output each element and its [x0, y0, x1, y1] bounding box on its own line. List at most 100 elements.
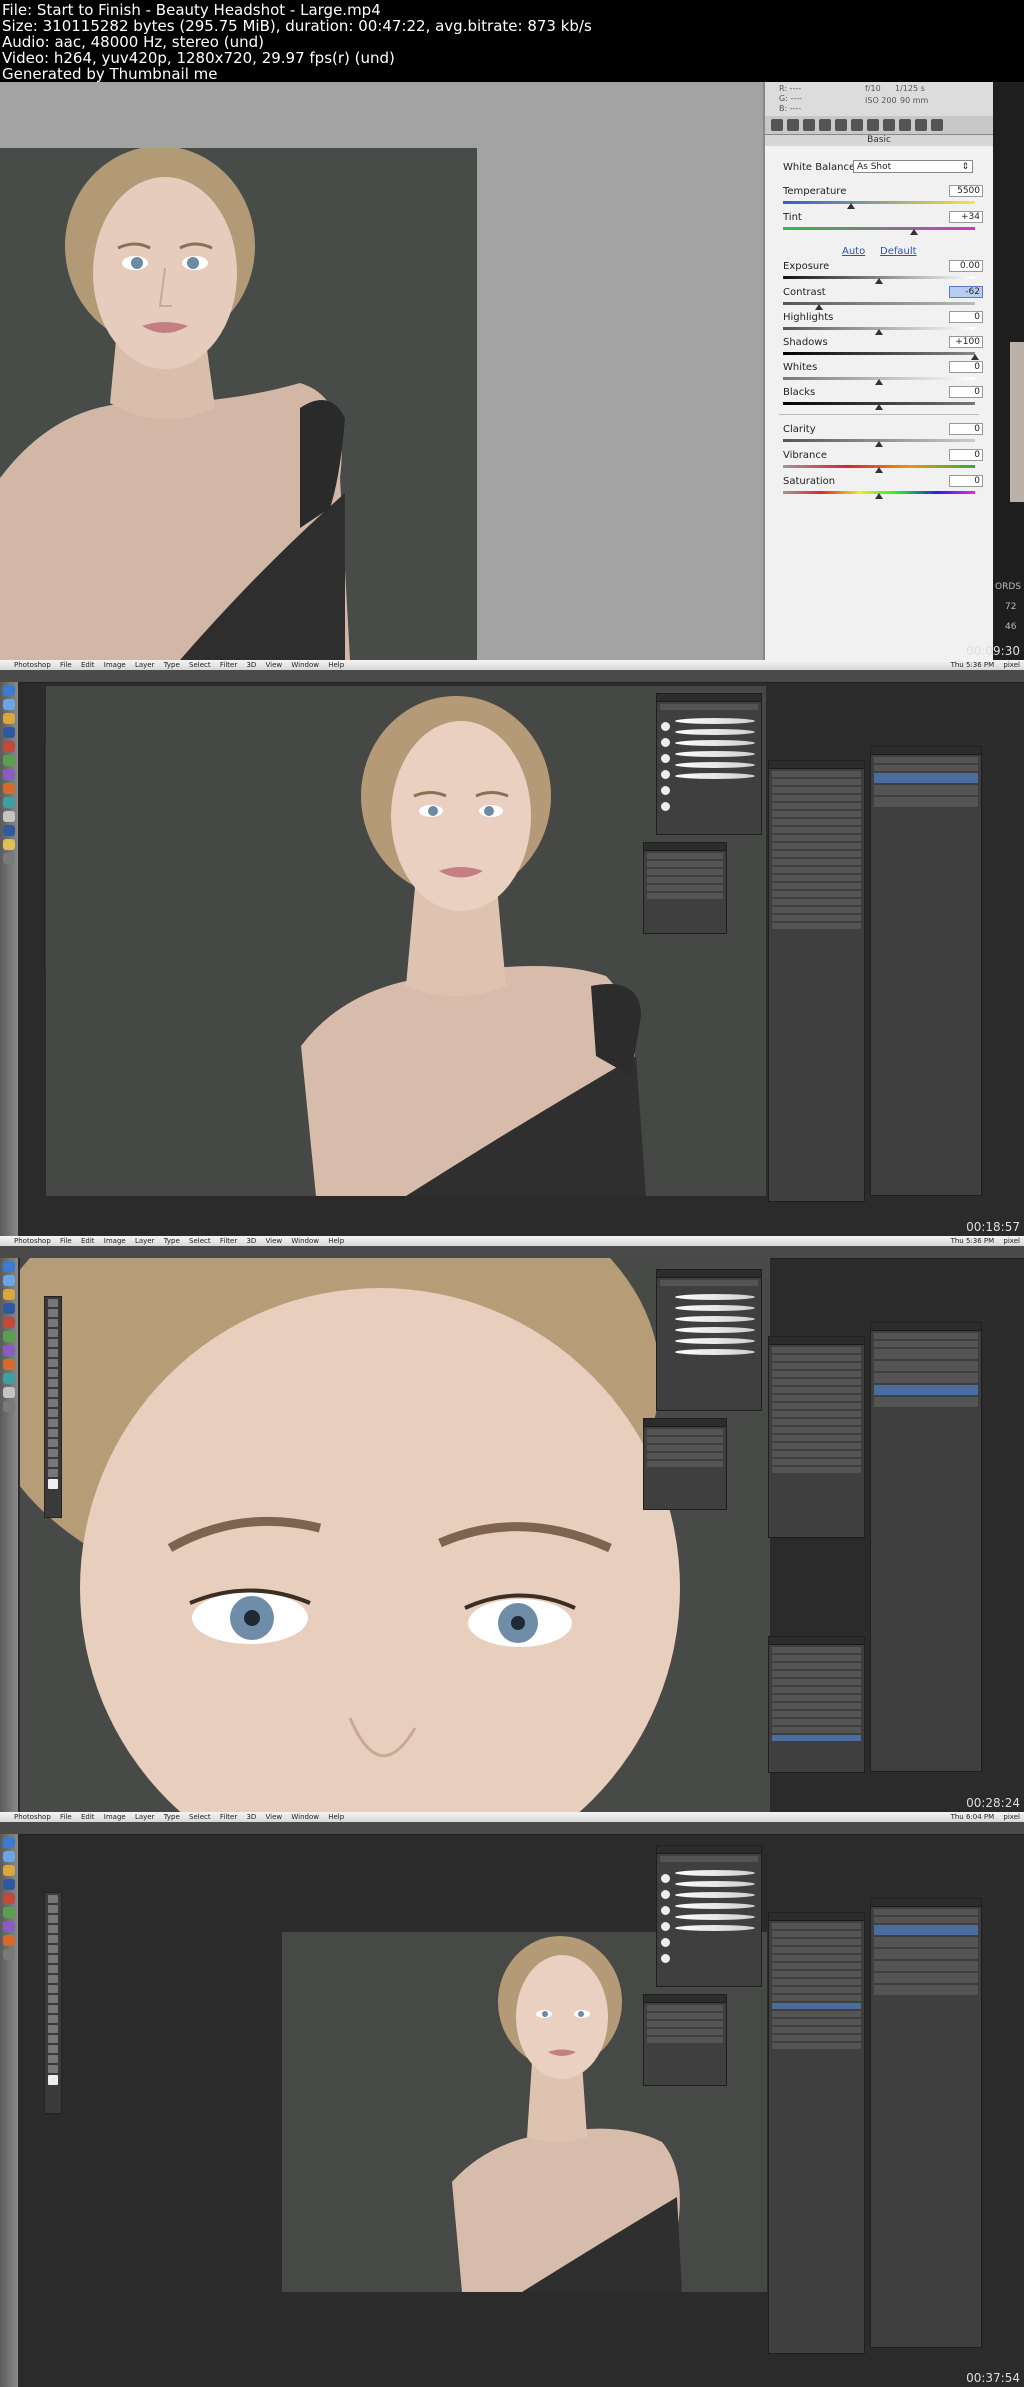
leading-field[interactable]: [647, 869, 723, 875]
menu-file[interactable]: File: [60, 1237, 72, 1245]
menubar-user[interactable]: pixel: [1003, 1813, 1020, 1821]
menu-tab-icon[interactable]: [931, 119, 943, 131]
shadows-slider[interactable]: [783, 352, 975, 355]
app-icon-5[interactable]: [3, 1893, 15, 1904]
detail-tab-icon[interactable]: [803, 119, 815, 131]
clarity-field[interactable]: 0: [949, 423, 983, 435]
app-menu[interactable]: Photoshop: [14, 661, 51, 669]
tint-thumb[interactable]: [910, 229, 918, 235]
camera-calibration-tab-icon[interactable]: [883, 119, 895, 131]
auto-link[interactable]: Auto: [842, 246, 865, 257]
brush-preset-icon[interactable]: [661, 770, 670, 779]
temperature-field[interactable]: 5500: [949, 185, 983, 197]
app-icon-5[interactable]: [3, 741, 15, 752]
tint-slider[interactable]: [783, 227, 975, 230]
menu-select[interactable]: Select: [189, 661, 211, 669]
menu-3d[interactable]: 3D: [246, 1813, 256, 1821]
layer-row-background[interactable]: [874, 797, 978, 807]
app-icon-7[interactable]: [3, 1921, 15, 1932]
vibrance-thumb[interactable]: [875, 467, 883, 473]
whites-field[interactable]: 0: [949, 361, 983, 373]
app-icon-6[interactable]: [3, 755, 15, 766]
white-balance-select[interactable]: As Shot ⇕: [853, 160, 973, 173]
menu-layer[interactable]: Layer: [135, 661, 155, 669]
menu-help[interactable]: Help: [328, 1813, 344, 1821]
blacks-field[interactable]: 0: [949, 386, 983, 398]
contrast-thumb[interactable]: [815, 304, 823, 310]
split-toning-tab-icon[interactable]: [835, 119, 847, 131]
menu-filter[interactable]: Filter: [220, 661, 237, 669]
brush-preset-icon[interactable]: [661, 722, 670, 731]
mail-icon[interactable]: [3, 1289, 15, 1300]
menu-help[interactable]: Help: [328, 661, 344, 669]
style-buttons[interactable]: [647, 885, 723, 891]
lock-row[interactable]: [874, 765, 978, 771]
menu-help[interactable]: Help: [328, 1237, 344, 1245]
safari-icon[interactable]: [3, 1275, 15, 1286]
menu-filter[interactable]: Filter: [220, 1237, 237, 1245]
snapshots-tab-icon[interactable]: [915, 119, 927, 131]
app-icon-10[interactable]: [3, 1387, 15, 1398]
app-icon-8[interactable]: [3, 783, 15, 794]
font-select[interactable]: [647, 853, 723, 859]
menubar-user[interactable]: pixel: [1003, 1237, 1020, 1245]
hsl-tab-icon[interactable]: [819, 119, 831, 131]
app-icon-8[interactable]: [3, 1359, 15, 1370]
menu-window[interactable]: Window: [291, 1237, 319, 1245]
mail-icon[interactable]: [3, 1865, 15, 1876]
app-icon-9[interactable]: [3, 797, 15, 808]
photoshop-icon[interactable]: [3, 1303, 15, 1314]
panel-header[interactable]: [871, 747, 981, 755]
menubar-user[interactable]: pixel: [1003, 661, 1020, 669]
tint-field[interactable]: +34: [949, 211, 983, 223]
panel-header[interactable]: [769, 1913, 864, 1921]
highlights-field[interactable]: 0: [949, 311, 983, 323]
app-menu[interactable]: Photoshop: [14, 1237, 51, 1245]
panel-header[interactable]: [657, 694, 761, 702]
menu-image[interactable]: Image: [104, 1813, 126, 1821]
panel-header[interactable]: [644, 843, 726, 851]
menu-3d[interactable]: 3D: [246, 1237, 256, 1245]
photoshop-icon[interactable]: [3, 727, 15, 738]
language-select[interactable]: [647, 893, 723, 899]
menu-edit[interactable]: Edit: [81, 1813, 95, 1821]
panel-header[interactable]: [769, 1337, 864, 1345]
menu-select[interactable]: Select: [189, 1813, 211, 1821]
menu-file[interactable]: File: [60, 661, 72, 669]
app-icon-6[interactable]: [3, 1907, 15, 1918]
app-icon-9[interactable]: [3, 1373, 15, 1384]
menu-image[interactable]: Image: [104, 1237, 126, 1245]
menu-type[interactable]: Type: [164, 661, 180, 669]
contrast-slider[interactable]: [783, 302, 975, 305]
menu-edit[interactable]: Edit: [81, 661, 95, 669]
panel-header[interactable]: [769, 1637, 864, 1645]
photoshop-icon[interactable]: [3, 1879, 15, 1890]
vibrance-field[interactable]: 0: [949, 449, 983, 461]
shadows-field[interactable]: +100: [949, 336, 983, 348]
app-icon-12[interactable]: [3, 839, 15, 850]
size-slider[interactable]: [660, 704, 758, 710]
clarity-thumb[interactable]: [875, 441, 883, 447]
saturation-field[interactable]: 0: [949, 475, 983, 487]
menu-window[interactable]: Window: [291, 661, 319, 669]
finder-icon[interactable]: [3, 1837, 15, 1848]
menu-select[interactable]: Select: [189, 1237, 211, 1245]
app-menu[interactable]: Photoshop: [14, 1813, 51, 1821]
app-icon-8[interactable]: [3, 1935, 15, 1946]
menu-view[interactable]: View: [266, 1813, 283, 1821]
blacks-thumb[interactable]: [875, 404, 883, 410]
menu-view[interactable]: View: [266, 1237, 283, 1245]
presets-tab-icon[interactable]: [899, 119, 911, 131]
size-field[interactable]: [647, 861, 723, 867]
panel-header[interactable]: [657, 1846, 761, 1854]
app-icon-10[interactable]: [3, 811, 15, 822]
trash-icon[interactable]: [3, 853, 15, 864]
app-icon-7[interactable]: [3, 769, 15, 780]
fx-tab-icon[interactable]: [867, 119, 879, 131]
temperature-thumb[interactable]: [847, 203, 855, 209]
menu-view[interactable]: View: [266, 661, 283, 669]
brush-preset-icon[interactable]: [661, 802, 670, 811]
app-icon-11[interactable]: [3, 825, 15, 836]
finder-icon[interactable]: [3, 1261, 15, 1272]
app-icon-5[interactable]: [3, 1317, 15, 1328]
